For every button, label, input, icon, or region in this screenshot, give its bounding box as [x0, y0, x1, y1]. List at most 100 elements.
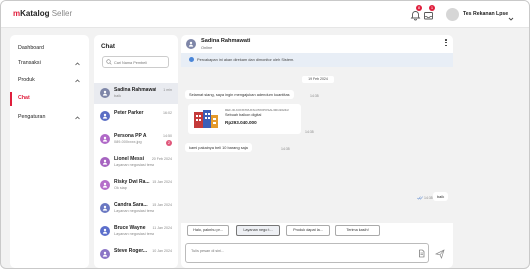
chat-window: Sadina Rahmawati Online Percakapan ini a… [181, 35, 453, 268]
quick-reply-button[interactable]: Produk dapat la... [286, 225, 330, 236]
contact-avatar [100, 111, 110, 121]
message-time: 14:35 [424, 196, 433, 200]
sidebar-item-label: Pengaturan [18, 114, 46, 120]
contact-name: Candra Sara... [114, 202, 148, 208]
notice-text: Percakapan ini akan direkam dan dimonito… [197, 57, 295, 62]
message-preview: baik [114, 94, 121, 98]
contact-avatar [100, 88, 110, 98]
message-time: 14:35 [310, 94, 319, 98]
contact-avatar [100, 226, 110, 236]
attachment-icon[interactable] [418, 249, 425, 258]
user-icon [102, 228, 108, 234]
chat-list-panel: Chat Sadina Rahmawatibaik 1 min Peter Park… [94, 35, 178, 268]
product-thumbnail [192, 108, 220, 130]
contact-avatar [100, 134, 110, 144]
message-composer [185, 243, 429, 263]
unread-badge: 2 [166, 140, 172, 146]
search-icon [106, 59, 112, 65]
read-receipt-icon [417, 196, 423, 200]
message-time: 15 Jan 2024 [152, 203, 172, 207]
product-reference: REF-ID-KONSTRUKSI-PROPOSAL/001/2024/2 [225, 108, 289, 112]
message-preview: Ok siap [114, 186, 127, 190]
message-time: 20 Feb 2024 [151, 157, 172, 161]
user-icon [102, 251, 108, 257]
chevron-down-icon[interactable] [507, 10, 515, 21]
contact-name: Peter Parker [114, 110, 144, 116]
contact-name: Bruce Wayne [114, 225, 146, 231]
sidebar-item-dashboard[interactable]: Dashboard [10, 42, 89, 56]
message-time: 10 Jan 2024 [152, 249, 172, 253]
notification-bell-icon[interactable]: 8 [410, 5, 422, 21]
sidebar-item-label: Produk [18, 77, 35, 83]
recording-notice: Percakapan ini akan direkam dan dimonito… [181, 53, 453, 67]
sidebar-item-produk[interactable]: Produk [10, 74, 89, 88]
message-input[interactable] [191, 247, 391, 255]
chat-list-item[interactable]: Peter Parker 16:02 [94, 106, 178, 127]
message-preview: 089-000xxxx.jpg [114, 140, 142, 144]
user-icon [102, 113, 108, 119]
notification-badge: 8 [416, 5, 422, 11]
message-preview: Layanan negosiasi tersedia... [114, 209, 154, 213]
message-time: 1 min [163, 88, 172, 92]
contact-name: Sadina Rahmawati [201, 38, 251, 44]
message-time: 14:35 [305, 130, 314, 134]
message-bubble-outgoing: baik [433, 192, 449, 201]
sidebar: Dashboard Transaksi Produk Chat Pengaturan [10, 35, 89, 268]
user-icon [102, 205, 108, 211]
chevron-up-icon[interactable] [74, 115, 81, 121]
contact-avatar [100, 180, 110, 190]
message-bubble: kami pakainya beli 10 barang saja [185, 143, 252, 152]
product-name: Sebuah balkon digital [225, 113, 262, 117]
user-icon [102, 90, 108, 96]
product-card[interactable]: REF-ID-KONSTRUKSI-PROPOSAL/001/2024/2 Se… [188, 104, 301, 134]
user-avatar[interactable] [446, 8, 459, 21]
chevron-up-icon[interactable] [74, 61, 81, 67]
sidebar-item-transaksi[interactable]: Transaksi [10, 57, 89, 71]
message-time: 14:50 [163, 134, 172, 138]
top-bar: mKatalog Seller 8 1 Tes Rekanan Lpse [1, 1, 529, 28]
sidebar-item-label: Chat [18, 95, 30, 101]
chat-list-item[interactable]: Bruce WayneLayanan negosiasi tersedia...… [94, 221, 178, 242]
chat-list-item[interactable]: Risky Dwi Ra... Ok siap 15 Jan 2024 [94, 175, 178, 196]
contact-avatar [186, 39, 196, 49]
quick-reply-button[interactable]: Halo, paknhu pr... [187, 225, 229, 236]
chat-list-title: Chat [101, 43, 115, 50]
user-icon [188, 41, 194, 47]
contact-name: Risky Dwi Ra... [114, 179, 150, 185]
chat-list-item[interactable]: Lionel MessiLayanan negosiasi tersedia..… [94, 152, 178, 173]
info-icon [189, 57, 194, 62]
more-options-icon[interactable] [444, 39, 448, 49]
chat-list-item[interactable]: Steve Roger... 10 Jan 2024 [94, 244, 178, 265]
message-bubble: Selamat siang, saya ingin mengajukan ade… [185, 90, 294, 99]
chat-list-item[interactable]: Candra Sara...Layanan negosiasi tersedia… [94, 198, 178, 219]
chat-list-item[interactable]: Persona PP A 089-000xxxx.jpg 14:50 2 [94, 129, 178, 150]
search-input[interactable] [114, 58, 168, 67]
sidebar-item-label: Transaksi [18, 60, 41, 66]
send-icon[interactable] [435, 249, 445, 259]
user-name[interactable]: Tes Rekanan Lpse [463, 11, 508, 17]
app-logo[interactable]: mKatalog Seller [13, 9, 72, 19]
contact-avatar [100, 203, 110, 213]
chevron-up-icon[interactable] [74, 78, 81, 84]
quick-reply-button[interactable]: Terima kasih! [335, 225, 380, 236]
user-icon [102, 159, 108, 165]
sidebar-item-pengaturan[interactable]: Pengaturan [10, 111, 89, 125]
contact-avatar [100, 249, 110, 259]
message-time: 15 Jan 2024 [152, 180, 172, 184]
inbox-badge: 1 [429, 5, 435, 11]
chat-list-item[interactable]: Sadina Rahmawati baik 1 min [94, 83, 178, 104]
message-preview: Layanan negosiasi tersedia... [114, 163, 154, 167]
contact-name: Sadina Rahmawati [114, 87, 156, 93]
inbox-icon[interactable]: 1 [423, 5, 435, 20]
quick-reply-button[interactable]: Layanan nego t... [236, 225, 280, 236]
message-time: 11 Jan 2024 [152, 226, 172, 230]
contact-name: Lionel Messi [114, 156, 145, 162]
app-window: mKatalog Seller 8 1 Tes Rekanan Lpse Das… [0, 0, 530, 269]
contact-name: Steve Roger... [114, 248, 148, 254]
contact-name: Persona PP A [114, 133, 147, 139]
sidebar-item-chat[interactable]: Chat [10, 92, 89, 106]
message-time: 16:02 [163, 111, 172, 115]
date-separator: 19 Feb 2024 [302, 76, 334, 83]
search-box[interactable] [102, 56, 169, 68]
message-preview: Layanan negosiasi tersedia... [114, 232, 154, 236]
